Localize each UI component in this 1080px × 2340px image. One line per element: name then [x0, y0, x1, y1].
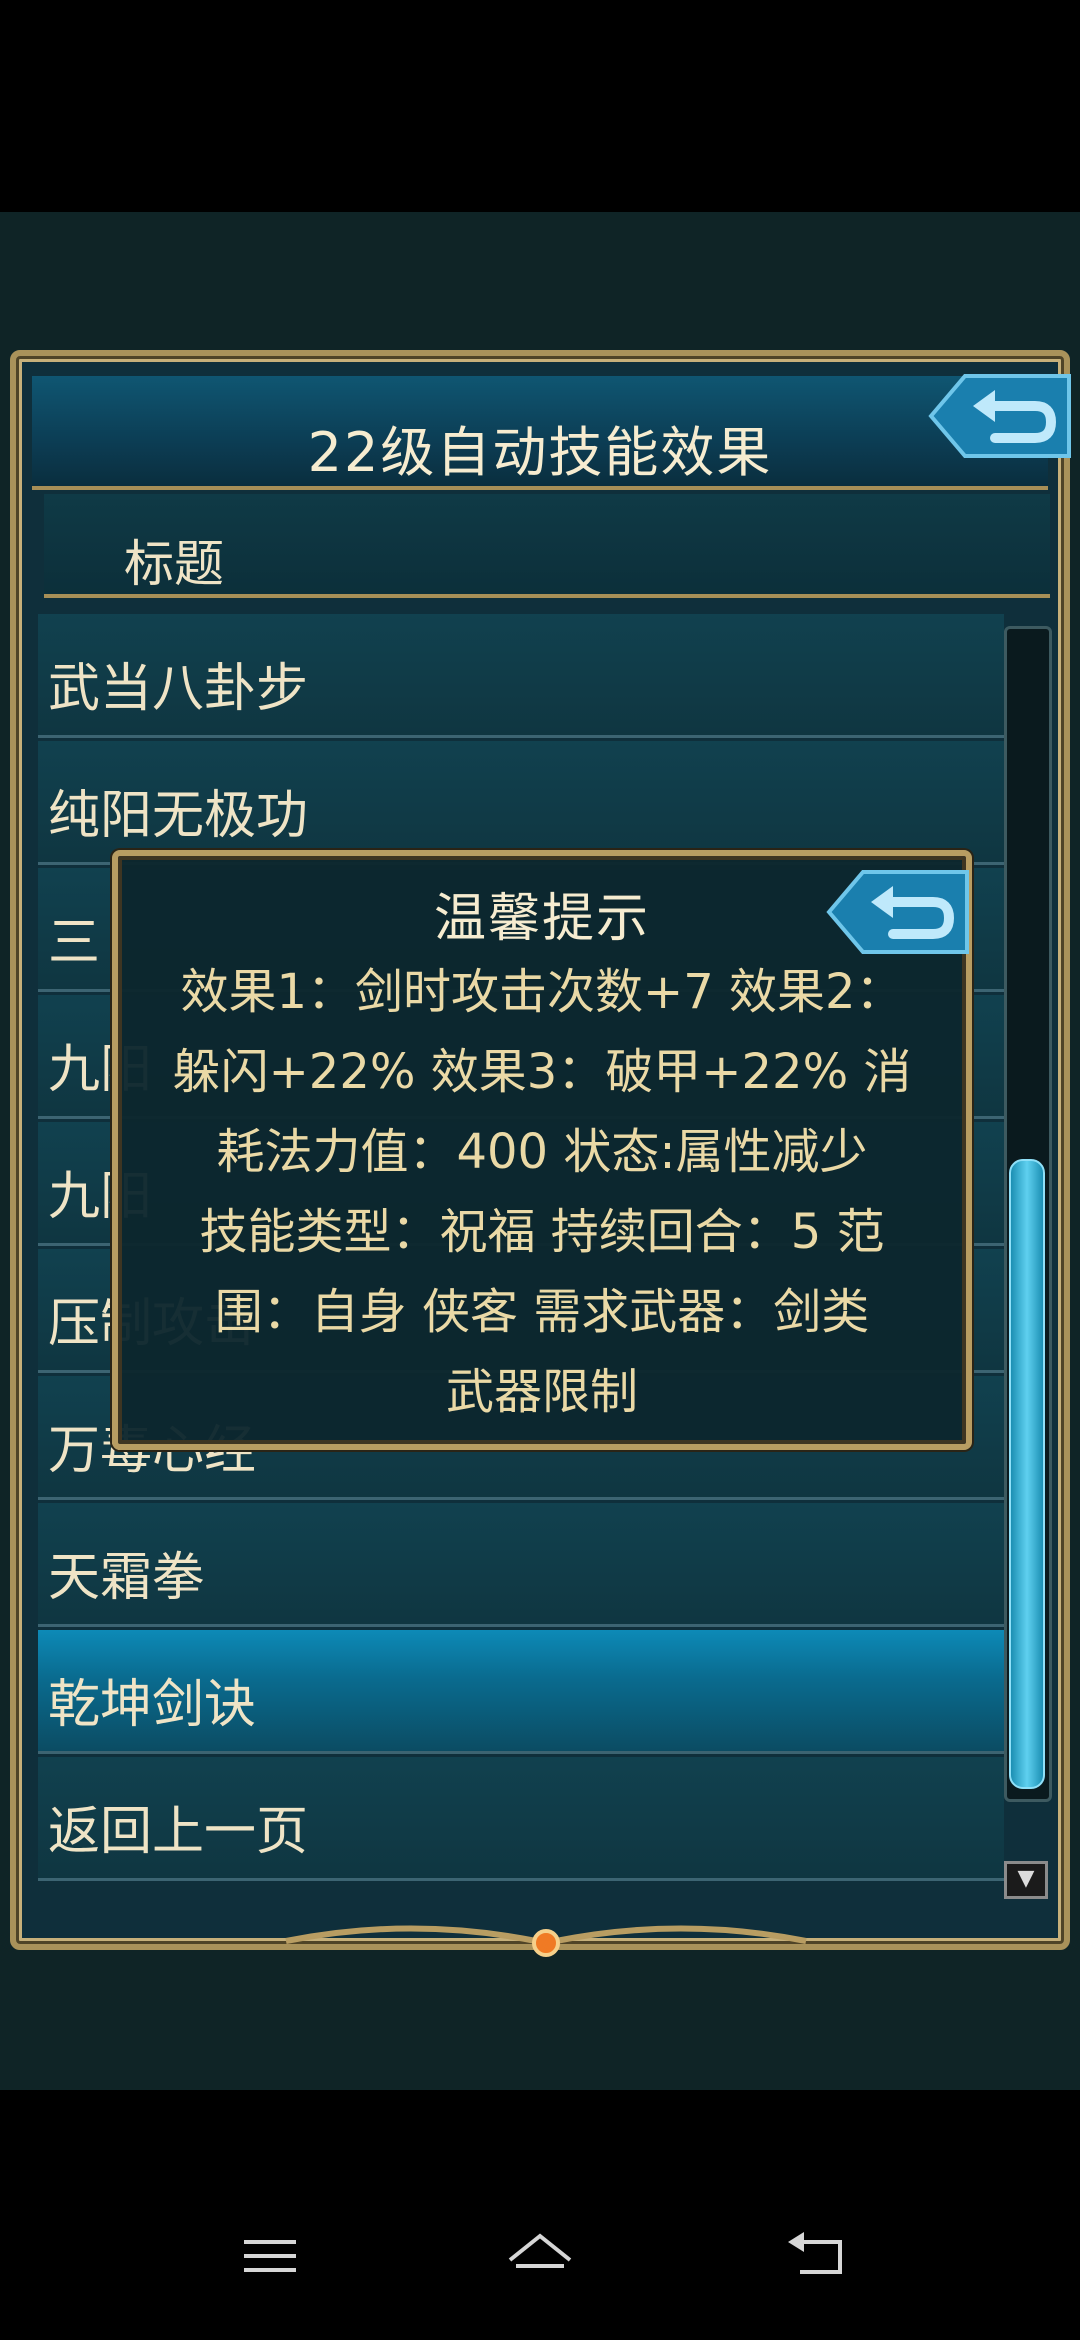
- list-item-label: 三: [48, 913, 101, 973]
- popup-body: 效果1：剑时攻击次数+7 效果2： 躲闪+22% 效果3：破甲+22% 消耗法力值…: [138, 952, 946, 1432]
- list-item[interactable]: 返回上一页: [38, 1757, 1004, 1881]
- list-item-label: 乾坤剑诀: [48, 1675, 257, 1735]
- panel-title: 22级自动技能效果: [307, 421, 773, 484]
- popup-line: 武器限制: [445, 1364, 638, 1420]
- list-item[interactable]: 天霜拳: [38, 1503, 1004, 1627]
- list-item-label: 天霜拳: [48, 1548, 205, 1608]
- back-arrow-icon[interactable]: [925, 370, 1075, 462]
- scroll-down-icon[interactable]: ▼: [1004, 1861, 1048, 1899]
- screen: 22级自动技能效果 标题 武当八卦步纯阳无极功三九阳九阳压制攻击万毒心经天霜拳乾…: [0, 0, 1080, 2340]
- popup-line: 效果1：剑时攻击次数+7 效果2：: [180, 964, 904, 1020]
- list-item[interactable]: 纯阳无极功: [38, 741, 1004, 865]
- popup-line: 躲闪+22% 效果3：破甲+22% 消: [172, 1044, 912, 1100]
- popup-back-arrow-icon[interactable]: [823, 866, 973, 958]
- popup-line: 围：自身 侠客 需求武器：剑类: [214, 1284, 870, 1340]
- scroll-thumb[interactable]: [1009, 1159, 1045, 1789]
- list-item[interactable]: 武当八卦步: [38, 614, 1004, 738]
- list-item-label: 武当八卦步: [48, 659, 309, 719]
- header-label: 标题: [124, 535, 224, 593]
- back-icon[interactable]: [780, 2226, 860, 2286]
- android-nav-bar: [0, 2190, 1080, 2340]
- list-item-label: 返回上一页: [48, 1802, 309, 1862]
- list-item-label: 纯阳无极功: [48, 786, 309, 846]
- home-icon[interactable]: [500, 2226, 580, 2286]
- popup-line: 技能类型：祝福 持续回合：5 范: [199, 1204, 885, 1260]
- title-bar: 22级自动技能效果: [32, 376, 1048, 490]
- popup-line: 耗法力值：400 状态:属性减少: [216, 1124, 868, 1180]
- scrollbar[interactable]: [1004, 626, 1052, 1802]
- header-row: 标题: [44, 494, 1050, 598]
- tip-popup: 温馨提示 效果1：剑时攻击次数+7 效果2： 躲闪+22% 效果3：破甲+22% …: [112, 850, 972, 1450]
- bottom-ornament: [285, 1925, 807, 1957]
- menu-icon[interactable]: [230, 2226, 310, 2286]
- list-item[interactable]: 乾坤剑诀: [38, 1630, 1004, 1754]
